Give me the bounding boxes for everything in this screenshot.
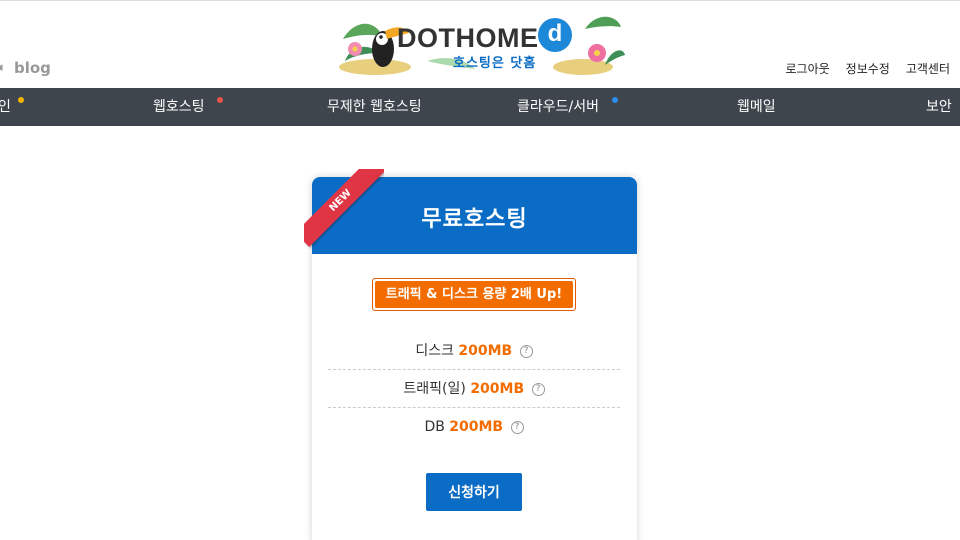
help-icon[interactable]: ? bbox=[510, 420, 524, 434]
nav-item-webmail[interactable]: 웹메일 bbox=[737, 88, 776, 126]
logout-link[interactable]: 로그아웃 bbox=[785, 60, 829, 77]
spec-traffic: 트래픽(일) 200MB ? bbox=[328, 370, 620, 408]
spec-label: 디스크 bbox=[415, 343, 454, 359]
logo-d-icon: d bbox=[538, 18, 572, 52]
nav-item-cloud-server[interactable]: 클라우드/서버 bbox=[517, 88, 618, 126]
nav-label: 웹호스팅 bbox=[153, 99, 205, 115]
nav-item-domain[interactable]: 인 bbox=[0, 88, 24, 126]
nav-label: 웹메일 bbox=[737, 99, 776, 115]
spec-value: 200MB bbox=[470, 381, 525, 397]
nav-label: 클라우드/서버 bbox=[517, 99, 599, 115]
main-nav: 인 웹호스팅 무제한 웹호스팅 클라우드/서버 웹메일 보안 bbox=[0, 88, 960, 126]
new-dot-icon bbox=[612, 97, 618, 103]
site-header: ◂ blog DOTHOME d 호스팅은 닷홈 bbox=[0, 0, 960, 88]
nav-item-security[interactable]: 보안 bbox=[926, 88, 952, 126]
apply-button[interactable]: 신청하기 bbox=[426, 473, 522, 511]
new-dot-icon bbox=[18, 97, 24, 103]
free-hosting-card: 무료호스팅 NEW 트래픽 & 디스크 용량 2배 Up! 디스크 200MB … bbox=[304, 169, 637, 540]
spec-value: 200MB bbox=[449, 419, 504, 435]
blog-link[interactable]: blog bbox=[14, 59, 51, 77]
new-dot-icon bbox=[217, 97, 223, 103]
spec-label: 트래픽(일) bbox=[403, 381, 466, 397]
spec-label: DB bbox=[424, 419, 445, 435]
promo-badge[interactable]: 트래픽 & 디스크 용량 2배 Up! bbox=[372, 278, 576, 311]
card-title: 무료호스팅 bbox=[421, 207, 528, 232]
nav-item-unlimited-hosting[interactable]: 무제한 웹호스팅 bbox=[327, 88, 422, 126]
spec-value: 200MB bbox=[458, 343, 513, 359]
dothome-logo[interactable]: DOTHOME d 호스팅은 닷홈 bbox=[335, 9, 625, 79]
nav-item-web-hosting[interactable]: 웹호스팅 bbox=[153, 88, 223, 126]
nav-label: 보안 bbox=[926, 99, 952, 115]
spec-disk: 디스크 200MB ? bbox=[328, 332, 620, 370]
logo-wordmark: DOTHOME bbox=[397, 23, 539, 53]
top-links: 로그아웃 정보수정 고객센터 bbox=[785, 60, 950, 77]
nav-label: 인 bbox=[0, 99, 11, 115]
customer-center-link[interactable]: 고객센터 bbox=[906, 60, 950, 77]
help-icon[interactable]: ? bbox=[531, 382, 545, 396]
help-icon[interactable]: ? bbox=[519, 344, 533, 358]
edit-profile-link[interactable]: 정보수정 bbox=[846, 60, 890, 77]
ribbon-label: NEW bbox=[304, 169, 384, 247]
blog-mark: ◂ bbox=[0, 60, 3, 75]
new-ribbon: NEW bbox=[304, 169, 384, 249]
spec-db: DB 200MB ? bbox=[328, 408, 620, 446]
logo-tagline: 호스팅은 닷홈 bbox=[453, 56, 537, 71]
nav-label: 무제한 웹호스팅 bbox=[327, 99, 422, 115]
promo-label: 트래픽 & 디스크 용량 2배 Up! bbox=[375, 281, 573, 308]
